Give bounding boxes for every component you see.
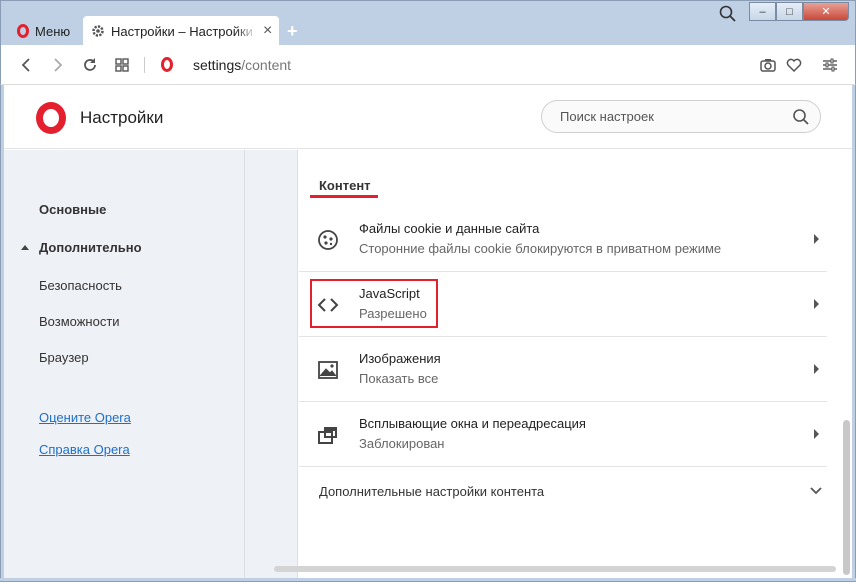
collapse-triangle-icon[interactable] (21, 245, 29, 250)
url-field[interactable]: settings/content (193, 57, 291, 73)
url-host: settings (193, 57, 242, 73)
sidebar-item-features[interactable]: Возможности (39, 314, 120, 329)
search-icon (793, 109, 809, 125)
sidebar-item-advanced[interactable]: Дополнительно (39, 240, 142, 255)
opera-help-link[interactable]: Справка Opera (39, 442, 130, 457)
window-frame-bottom (0, 578, 856, 582)
sidebar-item-security[interactable]: Безопасность (39, 278, 122, 293)
speed-dial-icon[interactable] (111, 54, 133, 76)
tab-bar: Меню Настройки – Настройки сайта × + – □… (0, 0, 856, 46)
address-bar: settings/content (0, 45, 856, 85)
settings-header: Настройки (4, 86, 852, 149)
reload-icon[interactable] (79, 54, 101, 76)
row-title: Изображения (359, 351, 441, 366)
menu-label: Меню (35, 23, 71, 39)
back-icon[interactable] (15, 54, 37, 76)
window-controls: – □ ✕ (749, 2, 849, 21)
opera-menu-button[interactable]: Меню (9, 18, 79, 44)
forward-icon[interactable] (47, 54, 69, 76)
opera-logo-icon (36, 102, 66, 134)
row-subtitle: Показать все (359, 371, 439, 386)
vertical-scrollbar-thumb[interactable] (843, 420, 850, 575)
chevron-right-icon (814, 234, 819, 244)
search-input[interactable] (560, 109, 780, 124)
vertical-scrollbar[interactable] (840, 150, 852, 578)
cookie-icon (318, 230, 338, 250)
site-opera-icon (161, 57, 173, 72)
page-title: Настройки (80, 108, 164, 127)
search-tabs-icon[interactable] (717, 4, 739, 24)
row-images[interactable]: Изображения Показать все (299, 337, 827, 402)
content-gutter (245, 150, 298, 578)
row-title: Всплывающие окна и переадресация (359, 416, 586, 431)
url-path: /content (241, 57, 292, 73)
chevron-down-icon[interactable] (809, 484, 823, 498)
tab-settings[interactable]: Настройки – Настройки сайта × (83, 16, 279, 46)
content-settings-panel: Контент Файлы cookie и данные сайта Стор… (299, 150, 840, 570)
row-subtitle: Заблокирован (359, 436, 445, 451)
gear-icon (92, 25, 104, 37)
row-title: Файлы cookie и данные сайта (359, 221, 540, 236)
tab-title: Настройки – Настройки сайта (111, 23, 257, 39)
chevron-right-icon (814, 364, 819, 374)
javascript-highlight-box (310, 279, 438, 328)
advanced-content-settings[interactable]: Дополнительные настройки контента (319, 484, 544, 499)
new-tab-button[interactable]: + (287, 21, 298, 42)
image-icon (318, 361, 338, 379)
easy-setup-icon[interactable] (819, 54, 841, 76)
rate-opera-link[interactable]: Оцените Opera (39, 410, 131, 425)
maximize-button[interactable]: □ (776, 2, 803, 21)
sidebar-item-basic[interactable]: Основные (39, 202, 106, 217)
chevron-right-icon (814, 429, 819, 439)
row-subtitle: Сторонние файлы cookie блокируются в при… (359, 241, 722, 256)
snapshot-icon[interactable] (757, 54, 779, 76)
horizontal-scrollbar[interactable] (274, 566, 836, 572)
chevron-right-icon (814, 299, 819, 309)
minimize-button[interactable]: – (749, 2, 776, 21)
heart-bookmark-icon[interactable] (783, 54, 805, 76)
tab-close-button[interactable]: × (263, 23, 272, 39)
sidebar-item-browser[interactable]: Браузер (39, 350, 89, 365)
window-frame-right (852, 85, 856, 582)
section-title: Контент (319, 178, 371, 193)
close-window-button[interactable]: ✕ (803, 2, 849, 21)
popup-icon (318, 427, 337, 444)
section-underline (310, 195, 378, 198)
opera-logo-icon (17, 24, 29, 38)
row-popups[interactable]: Всплывающие окна и переадресация Заблоки… (299, 402, 827, 467)
row-cookies[interactable]: Файлы cookie и данные сайта Сторонние фа… (299, 207, 827, 272)
address-separator (144, 57, 145, 73)
settings-sidebar: Основные Дополнительно Безопасность Возм… (4, 150, 245, 578)
settings-search[interactable] (541, 100, 821, 133)
